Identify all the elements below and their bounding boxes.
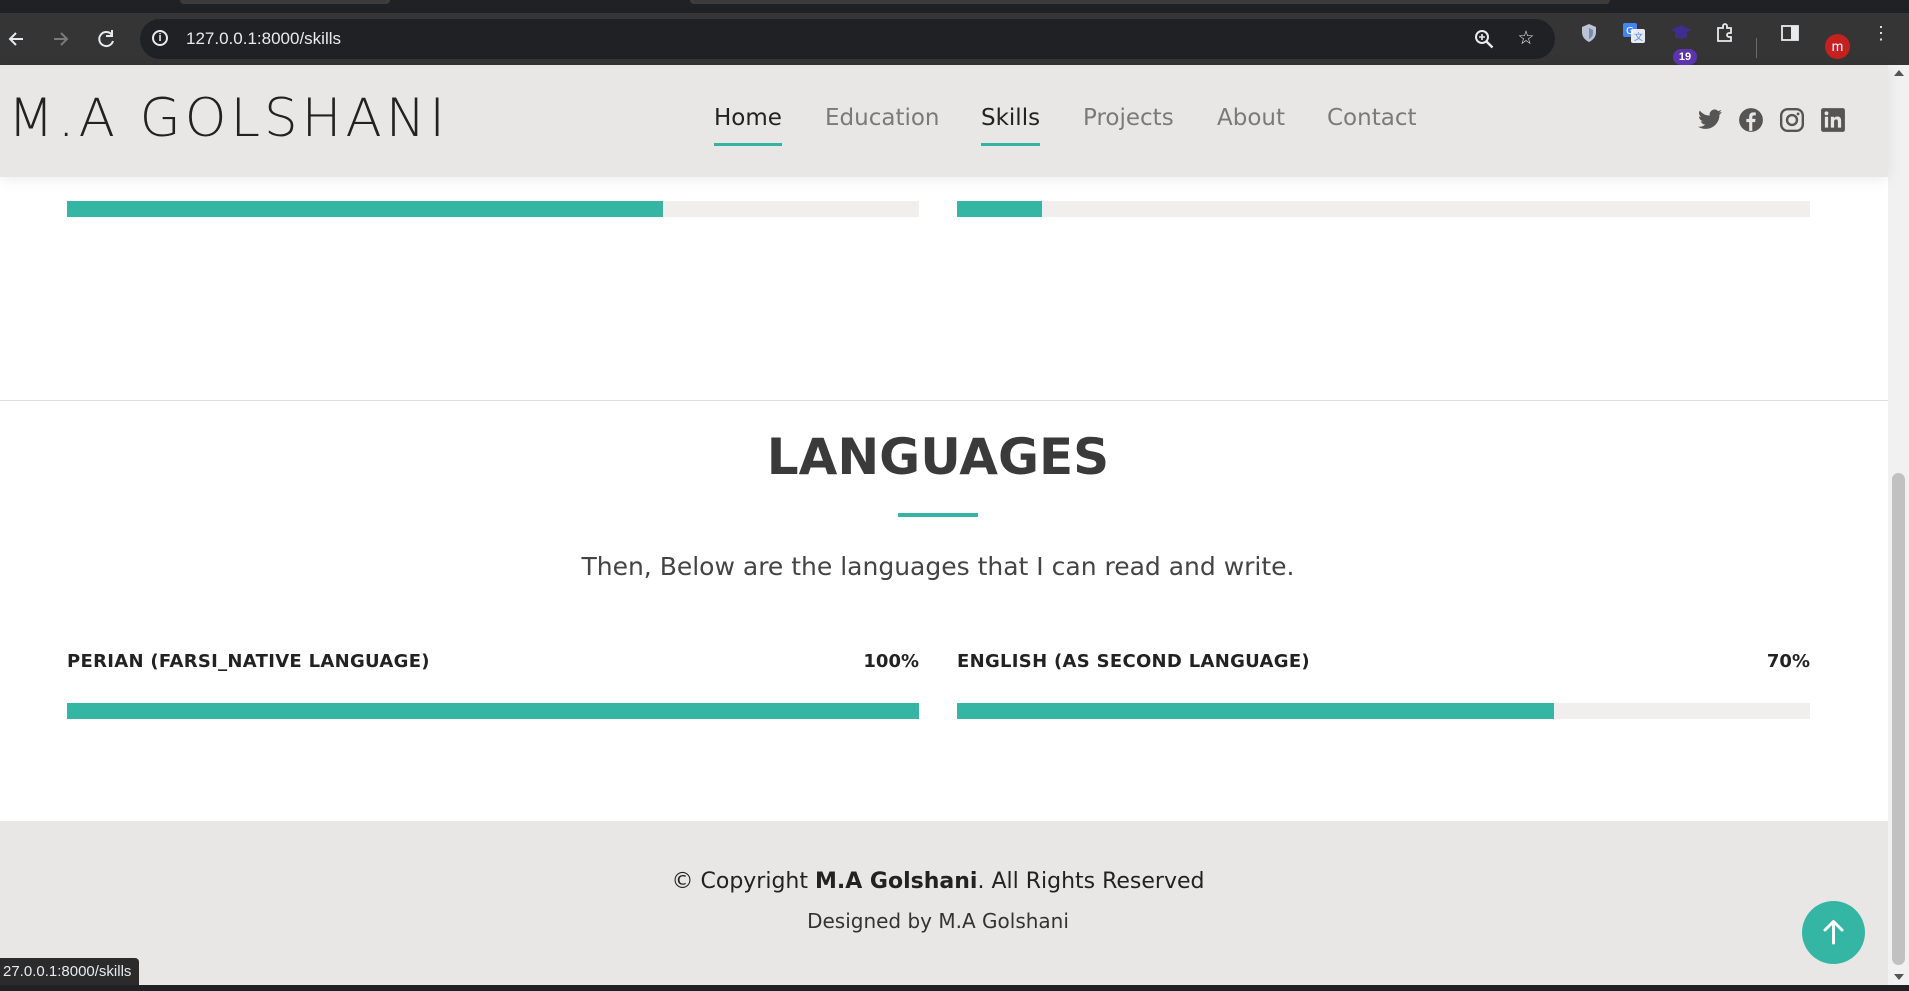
skill-progress-track bbox=[67, 201, 919, 217]
nav-link-label: Contact bbox=[1327, 105, 1417, 131]
copyright-suffix: . All Rights Reserved bbox=[977, 869, 1205, 894]
footer-designed-by: Designed by M.A Golshani bbox=[807, 909, 1069, 933]
nav-link-label: Home bbox=[714, 105, 782, 131]
scrollbar-thumb[interactable] bbox=[1892, 473, 1905, 965]
graduation-extension-icon[interactable] bbox=[1668, 20, 1694, 46]
section-subtitle: Then, Below are the languages that I can… bbox=[581, 552, 1295, 581]
side-panel-icon[interactable] bbox=[1777, 20, 1803, 46]
skill-progress-track bbox=[957, 201, 1810, 217]
shield-extension-icon[interactable] bbox=[1576, 20, 1602, 46]
back-button[interactable] bbox=[1, 23, 33, 55]
language-label: ENGLISH (AS SECOND LANGUAGE) bbox=[957, 651, 1310, 672]
copyright-prefix: © Copyright bbox=[671, 869, 815, 894]
twitter-icon[interactable] bbox=[1697, 107, 1723, 133]
nav-link-home[interactable]: Home bbox=[714, 105, 782, 146]
facebook-icon[interactable] bbox=[1738, 107, 1764, 133]
reload-icon bbox=[98, 30, 114, 48]
site-logo[interactable]: M.A GOLSHANI bbox=[8, 87, 449, 151]
linkedin-icon[interactable] bbox=[1820, 107, 1846, 133]
nav-link-label: Skills bbox=[981, 105, 1041, 131]
language-percent: 70% bbox=[1766, 651, 1810, 672]
nav-link-label: About bbox=[1217, 105, 1286, 131]
footer-copyright: © Copyright M.A Golshani. All Rights Res… bbox=[0, 869, 1876, 894]
nav-link-education[interactable]: Education bbox=[825, 105, 940, 131]
status-url-bubble: 27.0.0.1:8000/skills bbox=[0, 958, 140, 985]
nav-link-skills[interactable]: Skills bbox=[981, 105, 1041, 146]
page-scrollbar[interactable] bbox=[1888, 65, 1909, 985]
forward-button[interactable] bbox=[44, 23, 76, 55]
nav-link-about[interactable]: About bbox=[1217, 105, 1285, 131]
svg-text:文: 文 bbox=[1634, 31, 1643, 43]
language-progress-track bbox=[67, 703, 919, 719]
section-title: LANGUAGES bbox=[766, 428, 1110, 486]
browser-tab[interactable] bbox=[180, 0, 390, 4]
nav-link-projects[interactable]: Projects bbox=[1083, 105, 1174, 131]
reload-button[interactable] bbox=[90, 23, 122, 55]
toolbar-separator bbox=[1756, 38, 1757, 58]
arrow-left-icon bbox=[8, 32, 23, 46]
scroll-up-arrow-icon[interactable] bbox=[1894, 70, 1904, 76]
translate-extension-icon[interactable]: G文 bbox=[1621, 20, 1647, 46]
browser-tab[interactable] bbox=[690, 0, 1610, 4]
nav-link-label: Education bbox=[825, 105, 940, 131]
copyright-name: M.A Golshani bbox=[814, 869, 978, 894]
address-url[interactable]: 127.0.0.1:8000/skills bbox=[186, 19, 341, 59]
zoom-icon[interactable] bbox=[1470, 25, 1498, 53]
nav-link-contact[interactable]: Contact bbox=[1327, 105, 1416, 131]
arrow-right-icon bbox=[54, 32, 69, 46]
instagram-icon[interactable] bbox=[1779, 107, 1805, 133]
menu-kebab-icon[interactable]: ⋮ bbox=[1868, 20, 1894, 46]
address-bar[interactable]: i 127.0.0.1:8000/skills ☆ bbox=[140, 19, 1555, 59]
language-label: PERIAN (FARSI_NATIVE LANGUAGE) bbox=[67, 651, 430, 672]
scroll-down-arrow-icon[interactable] bbox=[1894, 974, 1904, 980]
language-percent: 100% bbox=[863, 651, 919, 672]
arrow-up-icon bbox=[1823, 920, 1844, 945]
nav-active-underline bbox=[714, 143, 782, 146]
site-footer: © Copyright M.A Golshani. All Rights Res… bbox=[0, 821, 1888, 986]
browser-tab-strip bbox=[0, 0, 1909, 13]
language-progress-fill bbox=[67, 703, 919, 719]
nav-link-label: Projects bbox=[1083, 105, 1174, 131]
language-progress-track bbox=[957, 703, 1810, 719]
nav-active-underline bbox=[981, 143, 1041, 146]
bottom-edge bbox=[0, 985, 1909, 991]
profile-avatar[interactable]: m bbox=[1825, 34, 1850, 59]
back-to-top-button[interactable] bbox=[1802, 901, 1865, 964]
site-info-icon[interactable]: i bbox=[152, 30, 168, 46]
section-title-underline bbox=[898, 513, 978, 517]
language-progress-fill bbox=[957, 703, 1555, 719]
skill-progress-fill bbox=[67, 201, 664, 217]
browser-toolbar: i 127.0.0.1:8000/skills ☆ G文 19 m ⋮ bbox=[0, 13, 1909, 65]
bookmark-star-icon[interactable]: ☆ bbox=[1512, 25, 1540, 53]
section-divider bbox=[0, 400, 1888, 401]
site-header: M.A GOLSHANI Home Education Skills Proje… bbox=[0, 65, 1888, 177]
svg-text:G: G bbox=[1626, 26, 1634, 37]
extension-badge: 19 bbox=[1673, 49, 1697, 65]
extensions-puzzle-icon[interactable] bbox=[1712, 20, 1738, 46]
skill-progress-fill bbox=[957, 201, 1043, 217]
